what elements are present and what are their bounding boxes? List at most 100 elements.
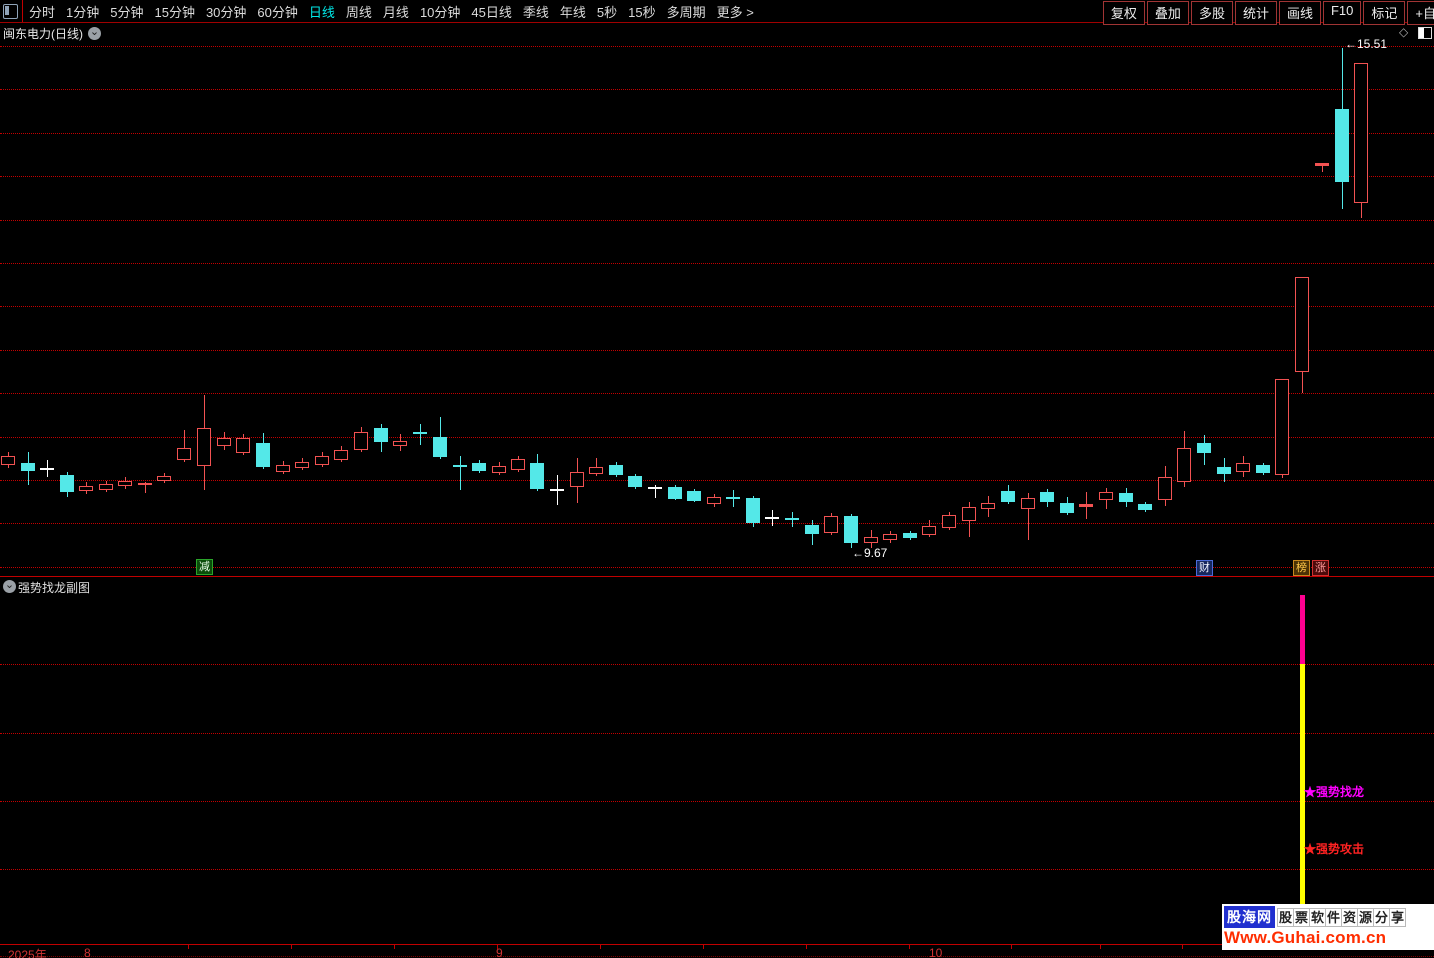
- window-layout-icon-fill: [5, 6, 9, 15]
- gridline: [0, 133, 1434, 134]
- subchart-top-border: [0, 576, 1434, 577]
- toolbar-buttons: 复权 叠加 多股 统计 画线 F10 标记 +自: [1102, 1, 1434, 25]
- panel-split-icon[interactable]: [1418, 27, 1432, 39]
- candle: [492, 466, 506, 473]
- candle: [453, 465, 467, 467]
- candle: [648, 487, 662, 489]
- axis-tick: [806, 944, 807, 949]
- period-toolbar: 分时 1分钟 5分钟 15分钟 30分钟 60分钟 日线 周线 月线 10分钟 45日线 季线 年线 5秒…: [0, 0, 1434, 25]
- period-tab-6[interactable]: 60分钟: [257, 2, 297, 21]
- period-tab-17[interactable]: 更多 >: [717, 2, 754, 21]
- candle: [1354, 63, 1368, 203]
- toolbar-button-8[interactable]: +自: [1407, 1, 1434, 25]
- candle: [765, 517, 779, 519]
- candle: [824, 516, 838, 533]
- axis-tick: [909, 944, 910, 949]
- gridline: [0, 393, 1434, 394]
- candle-wick: [420, 424, 421, 445]
- period-tab-11[interactable]: 45日线: [471, 2, 511, 21]
- candle: [1040, 492, 1054, 502]
- gridline: [0, 869, 1434, 870]
- toolbar-button-5[interactable]: 画线: [1278, 1, 1321, 25]
- candle: [511, 459, 525, 470]
- toolbar-button-1[interactable]: 复权: [1102, 1, 1145, 25]
- period-tab-9[interactable]: 月线: [383, 2, 409, 21]
- gridline: [0, 46, 1434, 47]
- toolbar-button-2[interactable]: 叠加: [1146, 1, 1189, 25]
- gridline: [0, 350, 1434, 351]
- candle: [530, 463, 544, 489]
- candle: [668, 487, 682, 499]
- period-tab-4[interactable]: 15分钟: [154, 2, 194, 21]
- price-annotation: ←15.51: [1345, 37, 1388, 51]
- candle: [413, 432, 427, 434]
- period-tab-13[interactable]: 年线: [560, 2, 586, 21]
- candle: [844, 516, 858, 543]
- candle: [550, 489, 564, 491]
- period-tab-14[interactable]: 5秒: [597, 2, 617, 21]
- event-badge-gold[interactable]: 榜: [1293, 560, 1310, 576]
- axis-tick: [600, 944, 601, 949]
- toolbar-button-7[interactable]: 标记: [1363, 1, 1406, 25]
- subchart-collapse-icon[interactable]: ⌄: [3, 580, 16, 593]
- candle: [99, 484, 113, 490]
- watermark-desc-char: 股: [1277, 907, 1294, 927]
- event-badge-blue[interactable]: 财: [1196, 560, 1213, 576]
- period-tab-5[interactable]: 30分钟: [206, 2, 246, 21]
- axis-tick: [703, 944, 704, 949]
- period-tab-8[interactable]: 周线: [346, 2, 372, 21]
- axis-tick: [497, 944, 498, 949]
- candle: [1079, 504, 1093, 507]
- toolbar-button-4[interactable]: 统计: [1234, 1, 1277, 25]
- candle: [1275, 379, 1289, 475]
- watermark-row: 股海网 股票软件资源分享: [1224, 906, 1434, 928]
- candle: [1001, 491, 1015, 502]
- candle: [393, 441, 407, 446]
- axis-tick: [291, 944, 292, 949]
- candle: [60, 475, 74, 492]
- candle: [1256, 465, 1270, 473]
- period-tab-3[interactable]: 5分钟: [110, 2, 143, 21]
- axis-year-label: 2025年: [8, 948, 47, 958]
- signal-label-1: ★强势找龙: [1304, 785, 1365, 799]
- bottom-scroll-line: [0, 956, 1434, 957]
- period-tab-7[interactable]: 日线: [309, 2, 335, 21]
- diamond-icon[interactable]: ◇: [1399, 25, 1408, 39]
- gridline: [0, 437, 1434, 438]
- window-layout-icon[interactable]: [3, 4, 18, 19]
- watermark-desc-char: 源: [1357, 907, 1374, 927]
- candle: [295, 462, 309, 468]
- toolbar-button-6[interactable]: F10: [1322, 1, 1362, 25]
- toolbar-divider: [22, 0, 23, 22]
- candle: [746, 498, 760, 523]
- chevron-down-icon[interactable]: ⌄: [88, 27, 101, 40]
- candle: [1060, 503, 1074, 513]
- period-tab-10[interactable]: 10分钟: [420, 2, 460, 21]
- event-badge-red[interactable]: 涨: [1312, 560, 1329, 576]
- candle: [354, 432, 368, 450]
- candle: [315, 456, 329, 465]
- candle: [197, 428, 211, 466]
- panel-split-icon-fill: [1419, 28, 1424, 38]
- candle: [276, 465, 290, 472]
- candle: [785, 518, 799, 520]
- gridline: [0, 263, 1434, 264]
- gridline: [0, 306, 1434, 307]
- axis-tick: [1182, 944, 1183, 949]
- toolbar-button-3[interactable]: 多股: [1190, 1, 1233, 25]
- event-badge-green[interactable]: 减: [196, 559, 213, 575]
- watermark-logo: 股海网: [1224, 906, 1275, 928]
- period-tab-15[interactable]: 15秒: [628, 2, 655, 21]
- period-tab-1[interactable]: 分时: [29, 2, 55, 21]
- period-tab-2[interactable]: 1分钟: [66, 2, 99, 21]
- watermark-desc-char: 件: [1325, 907, 1342, 927]
- candle: [177, 448, 191, 460]
- candle: [687, 491, 701, 501]
- candle: [1236, 463, 1250, 472]
- candle: [883, 534, 897, 540]
- candle: [256, 443, 270, 467]
- period-tab-12[interactable]: 季线: [523, 2, 549, 21]
- candle: [1295, 277, 1309, 372]
- gridline: [0, 480, 1434, 481]
- period-tab-16[interactable]: 多周期: [667, 2, 706, 21]
